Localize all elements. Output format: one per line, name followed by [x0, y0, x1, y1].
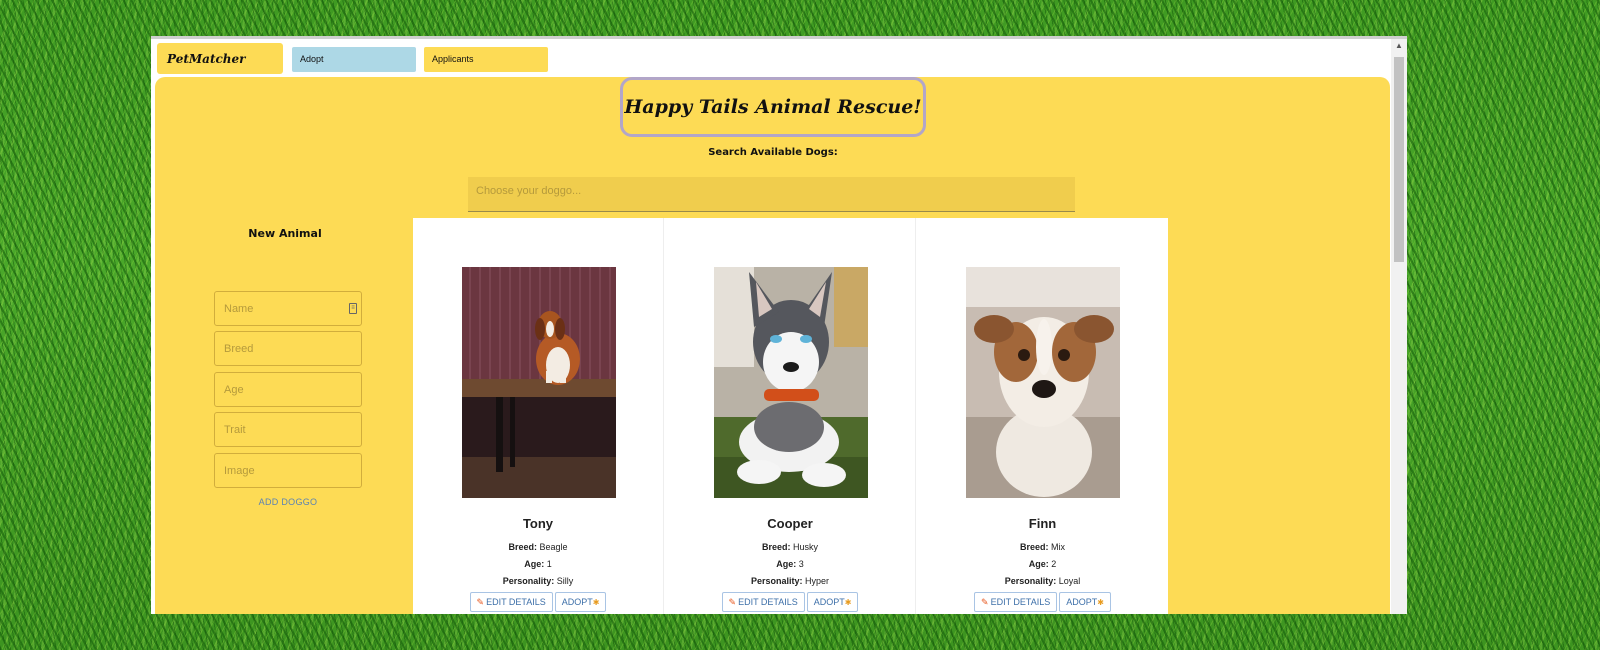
dog-card: Finn Breed: Mix Age: 2 Personality: Loya… — [917, 218, 1168, 614]
paw-icon: ✱ — [844, 598, 852, 607]
name-field-placeholder: Name — [224, 303, 254, 315]
pencil-icon: ✎ — [981, 597, 989, 607]
scroll-up-arrow-icon[interactable]: ▲ — [1395, 41, 1403, 50]
dog-age: Age: 1 — [413, 559, 663, 569]
edit-details-button[interactable]: ✎ EDIT DETAILS — [469, 592, 553, 612]
adopt-label: ADOPT — [561, 597, 593, 607]
personality-label: Personality: — [750, 576, 803, 586]
name-field[interactable]: Name ≡ — [214, 291, 362, 326]
adopt-button[interactable]: ADOPT✱ — [554, 592, 607, 612]
edit-details-button[interactable]: ✎ EDIT DETAILS — [974, 592, 1058, 612]
dog-breed: Breed: Mix — [917, 542, 1168, 552]
dog-card: Cooper Breed: Husky Age: 3 Personality: … — [665, 218, 916, 614]
breed-label: Breed: — [1019, 542, 1049, 552]
age-field[interactable]: Age — [214, 372, 362, 407]
breed-label: Breed: — [761, 542, 791, 552]
pencil-icon: ✎ — [476, 597, 485, 607]
scrollbar[interactable]: ▲ — [1391, 39, 1407, 614]
dog-photo — [966, 267, 1120, 498]
edit-details-button[interactable]: ✎ EDIT DETAILS — [721, 592, 805, 612]
brand-logo[interactable]: PetMatcher — [157, 43, 283, 74]
personality-label: Personality: — [502, 576, 555, 586]
tab-applicants[interactable]: Applicants — [424, 47, 548, 72]
trait-field[interactable]: Trait — [214, 412, 362, 447]
breed-value: Mix — [1051, 542, 1066, 552]
breed-field[interactable]: Breed — [214, 331, 362, 366]
navbar: PetMatcher Adopt Applicants — [151, 39, 1391, 77]
dog-breed: Breed: Husky — [665, 542, 915, 552]
personality-label: Personality: — [1004, 576, 1057, 586]
age-value: 2 — [1051, 559, 1057, 569]
breed-value: Husky — [793, 542, 819, 552]
paw-icon: ✱ — [592, 598, 600, 607]
breed-label: Breed: — [508, 542, 537, 552]
adopt-label: ADOPT — [1066, 597, 1098, 607]
dog-card-list: Tony Breed: Beagle Age: 1 Personality: S… — [413, 218, 1168, 614]
search-label: Search Available Dogs: — [708, 147, 838, 158]
edit-label: EDIT DETAILS — [990, 597, 1051, 607]
dog-age: Age: 3 — [665, 559, 915, 569]
id-card-icon: ≡ — [349, 303, 357, 314]
personality-value: Loyal — [1058, 576, 1081, 586]
adopt-button[interactable]: ADOPT✱ — [806, 592, 859, 612]
browser-window: PetMatcher Adopt Applicants ▲ Happy Tail… — [151, 36, 1407, 614]
tab-adopt[interactable]: Adopt — [292, 47, 416, 72]
dog-personality: Personality: Loyal — [917, 576, 1168, 586]
dog-name: Finn — [1028, 516, 1057, 531]
main-content: Happy Tails Animal Rescue! Search Availa… — [155, 77, 1390, 614]
age-label: Age: — [1028, 559, 1049, 569]
age-label: Age: — [776, 559, 797, 569]
dog-name: Tony — [522, 516, 554, 531]
breed-value: Beagle — [539, 542, 568, 552]
scrollbar-thumb[interactable] — [1394, 57, 1404, 262]
dog-name: Cooper — [767, 516, 813, 531]
image-field[interactable]: Image — [214, 453, 362, 488]
paw-icon: ✱ — [1097, 598, 1104, 607]
adopt-label: ADOPT — [813, 597, 845, 607]
age-value: 3 — [798, 559, 804, 569]
personality-value: Silly — [556, 576, 574, 586]
age-value: 1 — [546, 559, 552, 569]
adopt-button[interactable]: ADOPT✱ — [1059, 592, 1111, 612]
dog-age: Age: 2 — [917, 559, 1168, 569]
age-label: Age: — [524, 559, 545, 569]
dog-personality: Personality: Silly — [413, 576, 663, 586]
edit-label: EDIT DETAILS — [738, 597, 798, 607]
page-title: Happy Tails Animal Rescue! — [620, 77, 926, 137]
card-actions: ✎ EDIT DETAILS ADOPT✱ — [413, 592, 663, 612]
dog-breed: Breed: Beagle — [413, 542, 663, 552]
new-animal-title: New Animal — [248, 227, 322, 240]
card-actions: ✎ EDIT DETAILS ADOPT✱ — [665, 592, 915, 612]
dog-personality: Personality: Hyper — [665, 576, 915, 586]
dog-photo — [714, 267, 868, 498]
dog-card: Tony Breed: Beagle Age: 1 Personality: S… — [413, 218, 664, 614]
personality-value: Hyper — [805, 576, 830, 586]
dog-photo — [462, 267, 616, 498]
edit-label: EDIT DETAILS — [486, 597, 546, 607]
pencil-icon: ✎ — [728, 597, 737, 607]
add-doggo-button[interactable]: ADD DOGGO — [214, 497, 362, 507]
card-actions: ✎ EDIT DETAILS ADOPT✱ — [917, 592, 1168, 612]
search-input[interactable]: Choose your doggo... — [468, 177, 1075, 212]
